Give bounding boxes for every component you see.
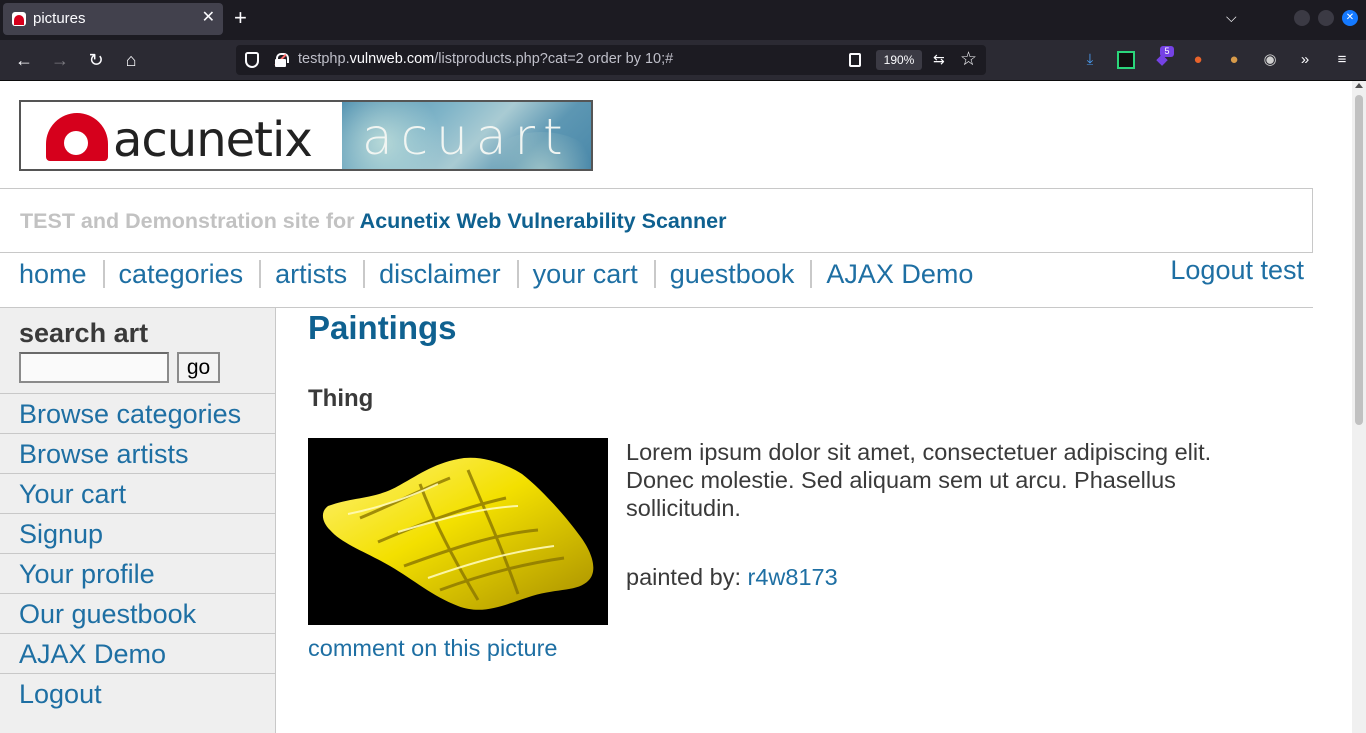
new-tab-button[interactable]: + <box>234 6 247 30</box>
search-input[interactable] <box>19 352 169 383</box>
insecure-lock-icon[interactable] <box>274 53 289 67</box>
sidebar-item-your-cart: Your cart <box>0 473 275 513</box>
nav-separator <box>810 260 813 288</box>
close-tab-icon[interactable]: ✕ <box>202 9 215 27</box>
your-profile-link[interactable]: Your profile <box>19 559 155 590</box>
nav-ajax-demo-link[interactable]: AJAX Demo <box>826 259 973 290</box>
comment-on-picture-link[interactable]: comment on this picture <box>308 635 557 662</box>
sidebar-item-signup: Signup <box>0 513 275 553</box>
nav-separator <box>516 260 519 288</box>
sidebar-item-ajax-demo: AJAX Demo <box>0 633 275 673</box>
logout-link[interactable]: Logout <box>19 679 102 710</box>
tagline-prefix: TEST and Demonstration site for <box>20 209 355 233</box>
extension-badge-count: 5 <box>1160 46 1174 57</box>
tagline-box: TEST and Demonstration site for Acunetix… <box>0 188 1313 253</box>
nav-artists-link[interactable]: artists <box>275 259 347 290</box>
main-content: Paintings Thing Lorem ipsum dolor sit am… <box>308 308 1308 733</box>
downloads-icon[interactable]: ⤓ <box>1081 51 1099 69</box>
product-description: Lorem ipsum dolor sit amet, consectetuer… <box>626 439 1212 521</box>
product-title: Thing <box>308 385 374 412</box>
search-art-heading: search art <box>19 318 149 348</box>
site-logo[interactable]: acunetix acuart <box>19 100 593 171</box>
logout-test-link[interactable]: Logout test <box>1170 255 1304 286</box>
acuart-logo-text: acuart <box>362 108 571 166</box>
our-guestbook-link[interactable]: Our guestbook <box>19 599 196 630</box>
sidebar-item-our-guestbook: Our guestbook <box>0 593 275 633</box>
tagline-scanner-link[interactable]: Acunetix Web Vulnerability Scanner <box>360 209 727 233</box>
site-tagline: TEST and Demonstration site for Acunetix… <box>20 209 726 234</box>
global-nav: home categories artists disclaimer your … <box>19 257 973 291</box>
web-page: acunetix acuart TEST and Demonstration s… <box>0 81 1352 733</box>
painting-image[interactable] <box>308 438 608 625</box>
ajax-demo-link[interactable]: AJAX Demo <box>19 639 166 670</box>
tab-title: pictures <box>33 10 86 27</box>
nav-separator <box>102 260 105 288</box>
sidebar-item-logout: Logout <box>0 673 275 713</box>
nav-disclaimer-link[interactable]: disclaimer <box>379 259 501 290</box>
nav-separator <box>259 260 262 288</box>
page-title: Paintings <box>308 309 457 346</box>
translate-icon[interactable]: ⇆ <box>933 51 945 68</box>
nav-separator <box>653 260 656 288</box>
nav-separator <box>363 260 366 288</box>
acuart-logo: acuart <box>342 102 591 169</box>
back-arrow-icon[interactable]: ← <box>11 48 37 72</box>
page-scrollbar[interactable] <box>1352 81 1366 733</box>
scrollbar-thumb[interactable] <box>1355 95 1363 425</box>
reload-icon[interactable]: ↻ <box>83 48 109 72</box>
sidebar-menu: Browse categories Browse artists Your ca… <box>0 393 275 713</box>
nav-categories-link[interactable]: categories <box>119 259 244 290</box>
extension-grid-icon[interactable] <box>1117 51 1135 69</box>
nav-home-link[interactable]: home <box>19 259 87 290</box>
acunetix-mark-icon <box>46 113 108 161</box>
more-tools-chevron-icon[interactable]: » <box>1296 51 1314 69</box>
yellow-fractal-painting <box>308 438 608 625</box>
search-go-button[interactable]: go <box>177 352 220 383</box>
nav-your-cart-link[interactable]: your cart <box>533 259 638 290</box>
sidebar: search art go Browse categories Browse a… <box>0 308 276 733</box>
close-window-button[interactable]: ✕ <box>1342 10 1358 26</box>
cookie-icon[interactable]: ● <box>1225 51 1243 69</box>
your-cart-link[interactable]: Your cart <box>19 479 126 510</box>
forward-arrow-icon[interactable]: → <box>47 48 73 72</box>
browse-categories-link[interactable]: Browse categories <box>19 399 241 430</box>
browse-artists-link[interactable]: Browse artists <box>19 439 189 470</box>
menu-hamburger-icon[interactable]: ≡ <box>1333 51 1351 69</box>
artist-link[interactable]: r4w8173 <box>748 564 838 590</box>
acunetix-logo: acunetix <box>21 102 342 169</box>
sidebar-item-browse-artists: Browse artists <box>0 433 275 473</box>
browser-tab-strip: pictures ✕ + ⌵ ✕ <box>0 0 1366 40</box>
minimize-window-button[interactable] <box>1294 10 1310 26</box>
tracking-protection-shield-icon[interactable] <box>245 52 259 68</box>
url-text[interactable]: testphp.vulnweb.com/listproducts.php?cat… <box>298 51 673 67</box>
list-all-tabs-icon[interactable]: ⌵ <box>1226 9 1237 26</box>
signup-link[interactable]: Signup <box>19 519 103 550</box>
extension-fox-icon[interactable]: ● <box>1189 51 1207 69</box>
painted-by-label: painted by: <box>626 564 741 590</box>
painted-by-line: painted by: r4w8173 <box>626 564 838 591</box>
address-bar[interactable]: testphp.vulnweb.com/listproducts.php?cat… <box>236 45 986 75</box>
nav-guestbook-link[interactable]: guestbook <box>670 259 795 290</box>
home-icon[interactable]: ⌂ <box>118 48 144 72</box>
sidebar-item-browse-categories: Browse categories <box>0 393 275 433</box>
site-favicon-icon <box>12 12 26 26</box>
browser-tab[interactable]: pictures ✕ <box>3 3 223 35</box>
browser-toolbar: ← → ↻ ⌂ testphp.vulnweb.com/listproducts… <box>0 40 1366 81</box>
bookmark-star-icon[interactable]: ☆ <box>960 48 977 71</box>
reader-view-icon[interactable] <box>849 53 861 67</box>
acunetix-logo-text: acunetix <box>113 112 313 168</box>
sidebar-item-your-profile: Your profile <box>0 553 275 593</box>
scroll-up-arrow-icon[interactable] <box>1355 83 1363 88</box>
zoom-level-badge[interactable]: 190% <box>876 50 922 70</box>
extension-owl-icon[interactable]: ◉ <box>1261 51 1279 69</box>
maximize-window-button[interactable] <box>1318 10 1334 26</box>
